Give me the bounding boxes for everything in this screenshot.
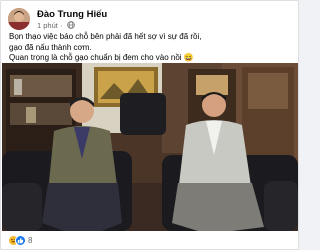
post-header: Đào Trung Hiếu 1 phút · [8, 8, 288, 32]
reaction-icons[interactable] [8, 235, 30, 246]
like-icon [15, 235, 26, 246]
author-avatar[interactable] [8, 8, 30, 30]
post-text-line: Quan trọng là chỗ gạo chuẩn bị đem cho v… [9, 53, 194, 62]
post-photo[interactable] [2, 63, 298, 231]
author-name[interactable]: Đào Trung Hiếu [37, 9, 107, 20]
separator-dot: · [59, 21, 63, 30]
post-text-line: gạo đã nấu thành cơm. [9, 42, 92, 52]
reaction-count[interactable]: 8 [28, 236, 32, 245]
post-meta: 1 phút · [37, 21, 75, 30]
office-meeting-photo [2, 63, 298, 231]
post-text-line: Bọn thạo việc báo chỗ bên phải đã hết sợ… [9, 32, 202, 41]
post-time[interactable]: 1 phút [37, 21, 58, 30]
post-text: Bọn thạo việc báo chỗ bên phải đã hết sợ… [9, 32, 291, 64]
avatar-photo [8, 8, 30, 30]
facebook-post: Đào Trung Hiếu 1 phút · Bọn thạo việc bá… [0, 0, 299, 250]
public-globe-icon[interactable] [66, 21, 75, 29]
